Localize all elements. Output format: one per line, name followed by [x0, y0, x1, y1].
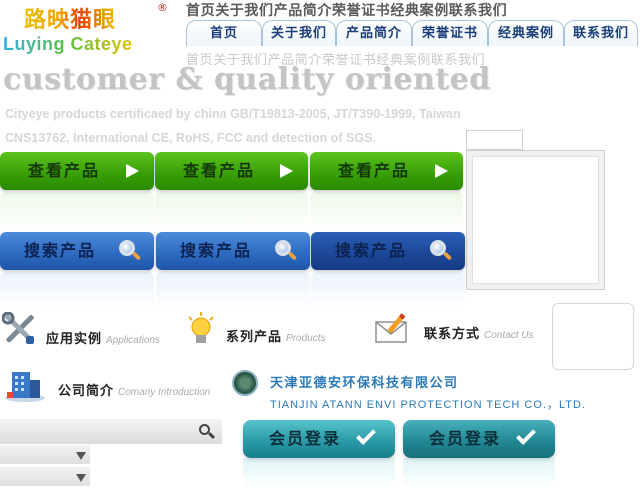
contact-subtitle: Contact Us — [484, 330, 534, 341]
company-section[interactable]: 公司简介 Comany Introduction — [0, 366, 226, 406]
applications-title: 应用实例 — [46, 332, 103, 347]
registered-mark: ® — [157, 1, 168, 14]
play-arrow-icon — [126, 164, 139, 178]
search-products-label: 搜索产品 — [335, 241, 408, 260]
nav-tab-cases[interactable]: 经典案例 — [488, 20, 564, 46]
search-bar[interactable] — [0, 419, 222, 444]
search-products-button-3[interactable]: 搜索产品 — [311, 232, 465, 270]
search-products-button-1[interactable]: 搜索产品 — [0, 232, 154, 270]
nav-tab-products[interactable]: 产品简介 — [336, 20, 412, 46]
applications-subtitle: Applications — [106, 335, 160, 346]
play-arrow-icon — [280, 164, 293, 178]
view-products-button-3[interactable]: 查看产品 — [310, 152, 463, 190]
member-login-label: 会员登录 — [429, 429, 502, 448]
applications-section[interactable]: 应用实例 Applications — [0, 312, 180, 352]
logo[interactable]: 路映猫眼 ® Luying Cateye — [0, 0, 184, 58]
side-panel-frame — [466, 150, 605, 290]
checkmark-icon — [356, 425, 376, 445]
dropdown-arrow-icon — [76, 452, 86, 460]
button-reflection — [243, 458, 395, 488]
envelope-pen-icon — [375, 313, 407, 343]
side-panel-tab[interactable] — [466, 130, 523, 150]
products-subtitle: Products — [286, 333, 326, 344]
search-products-label: 搜索产品 — [180, 241, 253, 260]
member-login-label: 会员登录 — [269, 429, 342, 448]
button-reflection — [155, 192, 308, 230]
magnifier-icon — [429, 239, 453, 263]
button-reflection — [311, 272, 465, 310]
hero-certification-line-1: Cityeye products certificaed by china GB… — [5, 107, 461, 121]
side-panel-content — [472, 156, 599, 284]
contact-info-box — [552, 303, 634, 370]
company-name-english: TIANJIN ATANN ENVI PROTECTION TECH CO.，L… — [270, 399, 586, 411]
view-products-label: 查看产品 — [28, 161, 101, 180]
company-badge-icon — [232, 370, 258, 396]
nav-tab-contact[interactable]: 联系我们 — [564, 20, 638, 46]
view-products-button-2[interactable]: 查看产品 — [155, 152, 308, 190]
checkmark-icon — [516, 425, 536, 445]
view-products-label: 查看产品 — [338, 161, 411, 180]
company-subtitle: Comany Introduction — [118, 387, 211, 398]
view-products-button-1[interactable]: 查看产品 — [0, 152, 154, 190]
contact-title: 联系方式 — [424, 327, 481, 342]
magnifier-icon — [274, 239, 298, 263]
search-products-label: 搜索产品 — [24, 241, 97, 260]
magnifier-icon — [118, 239, 142, 263]
button-reflection — [310, 192, 463, 230]
view-products-label: 查看产品 — [183, 161, 256, 180]
nav-text-strip: 首页关于我们产品简介荣誉证书经典案例联系我们 — [186, 3, 508, 19]
products-title: 系列产品 — [226, 330, 283, 345]
contact-section[interactable]: 联系方式 Contact Us — [374, 312, 550, 352]
building-icon — [5, 372, 45, 402]
nav-tab-about[interactable]: 关于我们 — [262, 20, 336, 46]
hero-certification-line-2: CNS13762, International CE, RoHS, FCC an… — [5, 131, 376, 145]
button-reflection — [403, 458, 555, 488]
category-select[interactable] — [0, 445, 90, 465]
button-reflection — [0, 192, 154, 230]
button-reflection — [156, 272, 310, 310]
lightbulb-icon — [188, 312, 214, 343]
play-arrow-icon — [435, 164, 448, 178]
dropdown-arrow-icon — [76, 474, 86, 482]
nav-tab-home[interactable]: 首页 — [186, 20, 262, 46]
products-section[interactable]: 系列产品 Products — [186, 312, 356, 352]
tools-icon — [2, 312, 34, 344]
company-name-chinese: 天津亚德安环保科技有限公司 — [270, 376, 459, 391]
subcategory-select[interactable] — [0, 467, 90, 487]
member-login-button-1[interactable]: 会员登录 — [243, 420, 395, 458]
button-reflection — [0, 272, 154, 310]
hero-title: customer & quality oriented — [3, 62, 491, 97]
member-login-button-2[interactable]: 会员登录 — [403, 420, 555, 458]
nav-tab-honors[interactable]: 荣誉证书 — [412, 20, 488, 46]
company-title: 公司简介 — [58, 384, 115, 399]
zoom-search-icon[interactable] — [198, 423, 216, 441]
logo-english-text: Luying Cateye — [3, 34, 133, 54]
search-products-button-2[interactable]: 搜索产品 — [156, 232, 310, 270]
logo-chinese-text: 路映猫眼 — [24, 2, 116, 34]
